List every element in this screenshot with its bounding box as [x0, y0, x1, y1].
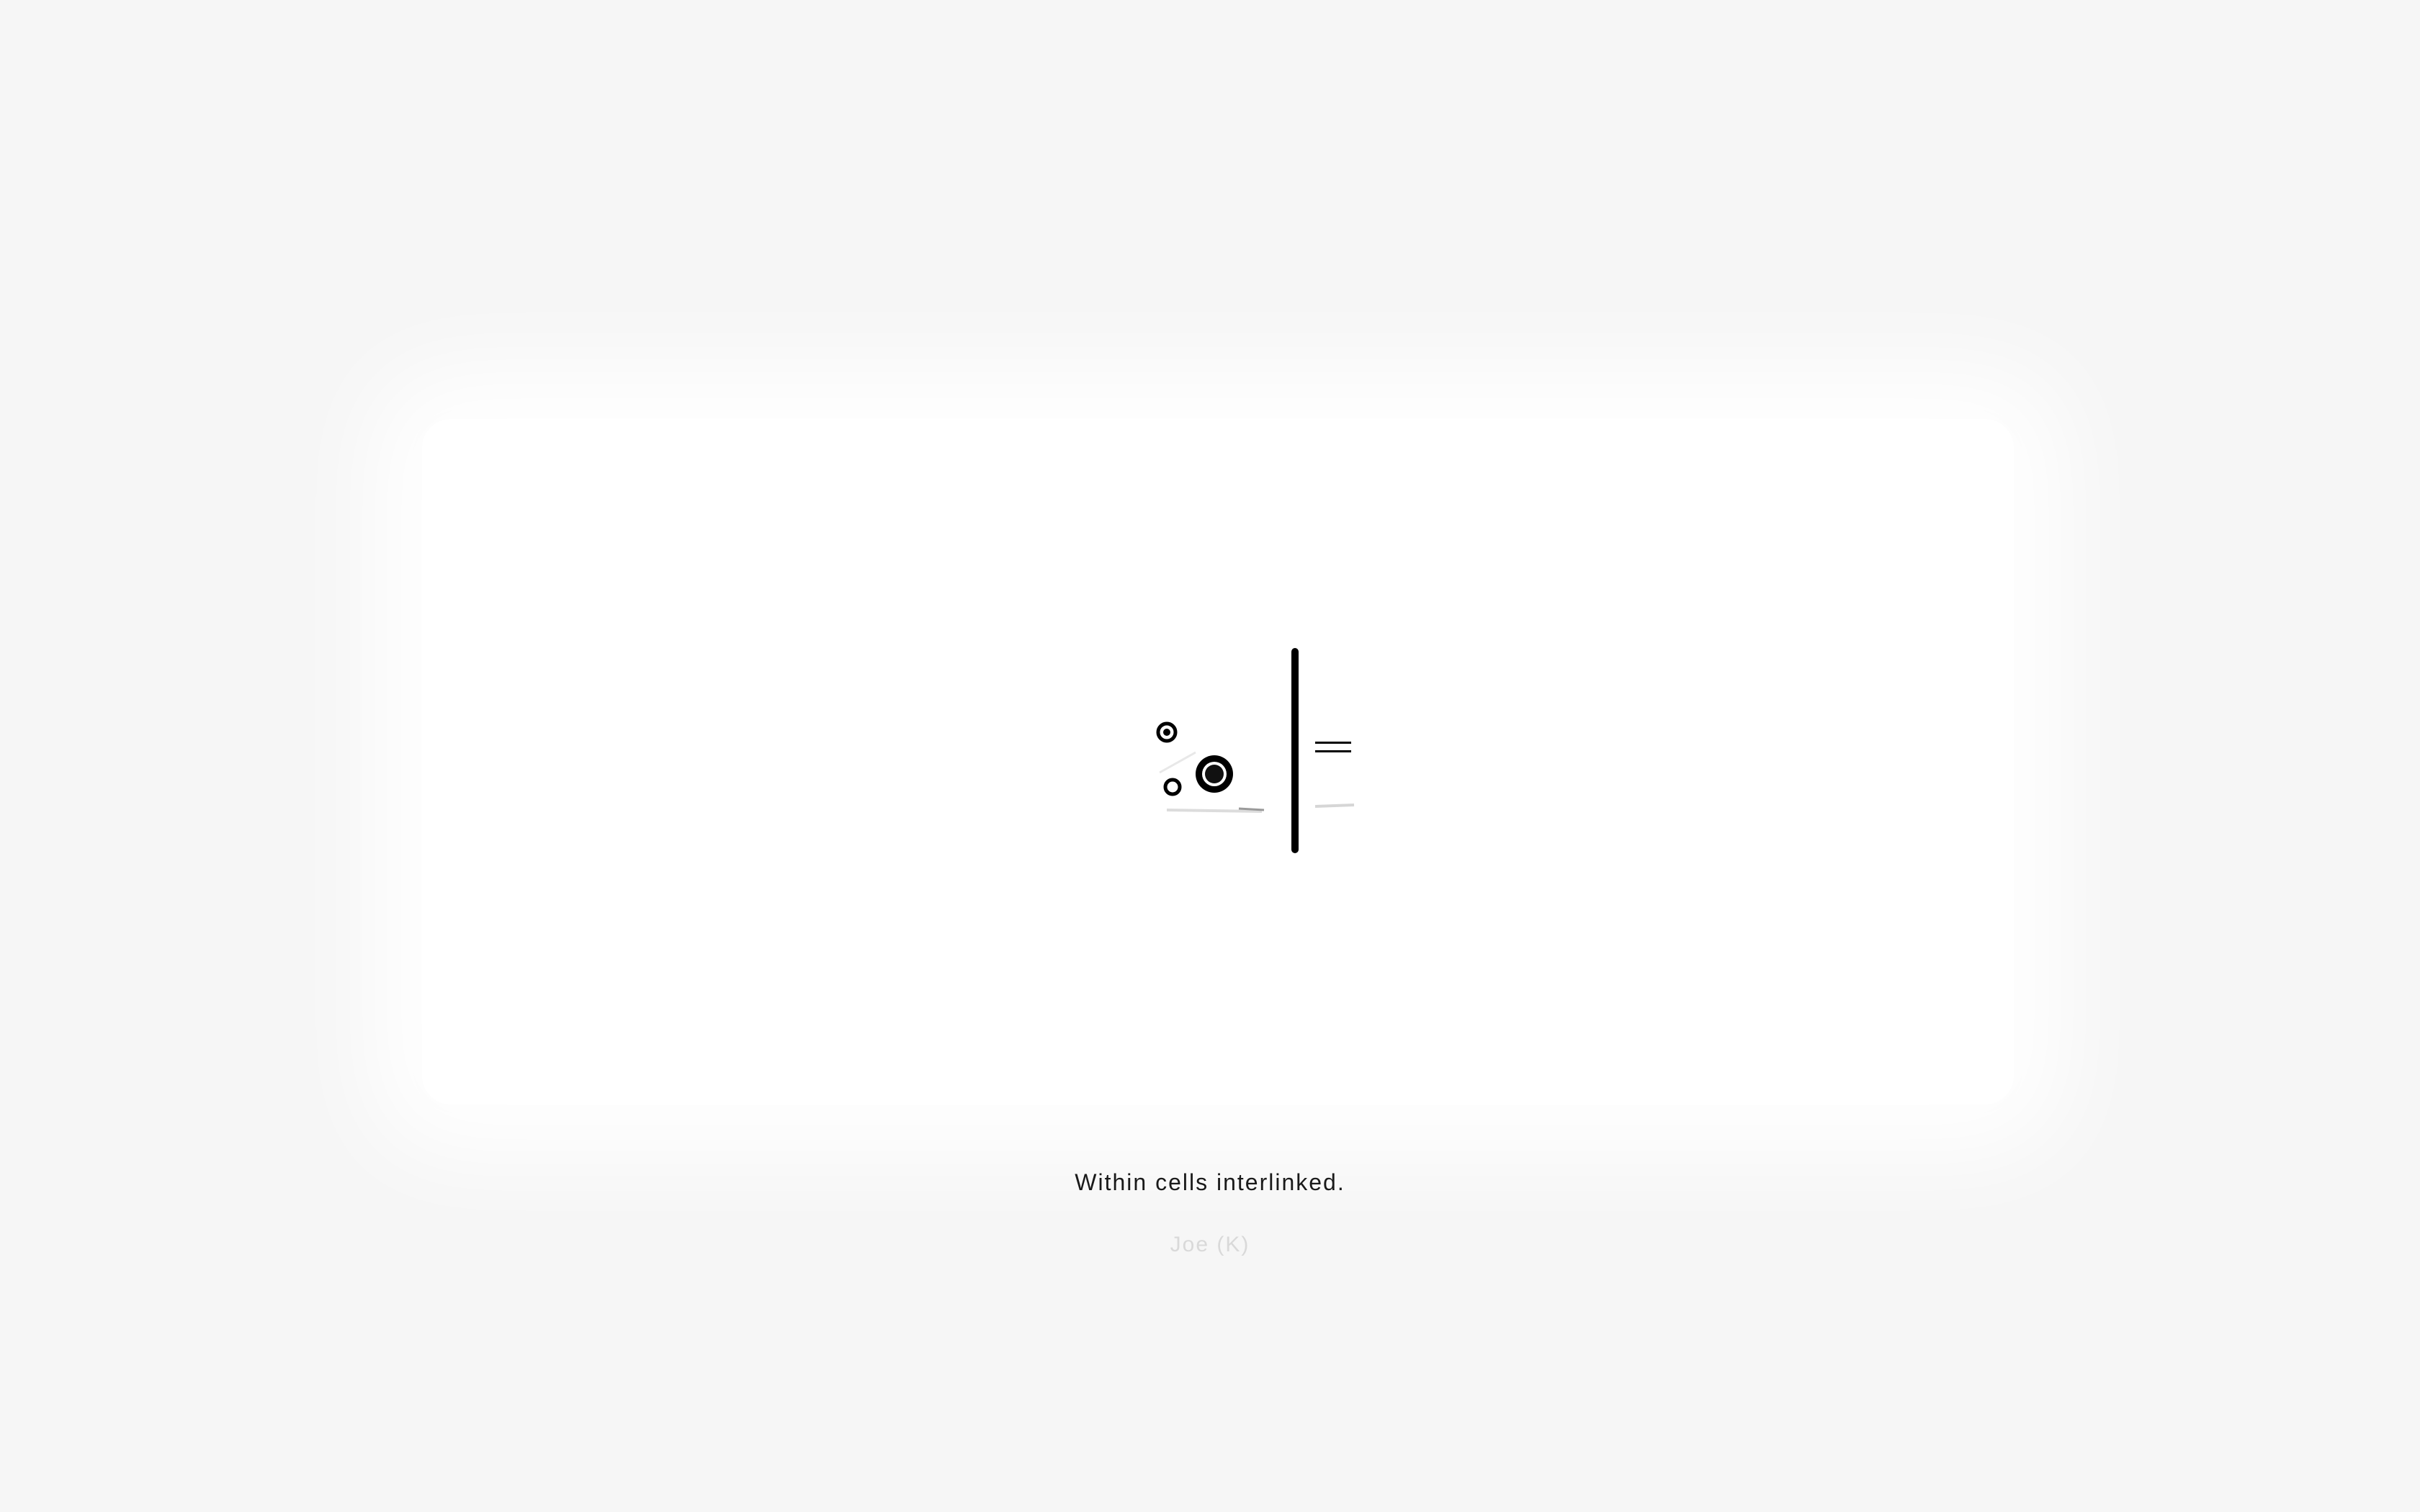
large-eye-pupil — [1205, 765, 1224, 783]
bottom-horizontal-line — [1315, 750, 1351, 752]
small-bullseye-dot — [1163, 729, 1170, 736]
attribution-text: Joe (K) — [1170, 1233, 1250, 1256]
caption-text: Within cells interlinked. — [1075, 1169, 1345, 1195]
vertical-bar — [1291, 648, 1299, 853]
abstract-geometric-artwork-icon — [1156, 648, 1355, 853]
diagonal-sheen-line — [1159, 751, 1196, 774]
gray-base-line — [1166, 809, 1263, 813]
faint-right-line — [1314, 804, 1355, 808]
page-stage: Within cells interlinked. Joe (K) — [0, 0, 2420, 1512]
top-horizontal-line — [1315, 742, 1351, 744]
small-ring — [1163, 778, 1182, 796]
dark-base-line — [1238, 807, 1265, 811]
